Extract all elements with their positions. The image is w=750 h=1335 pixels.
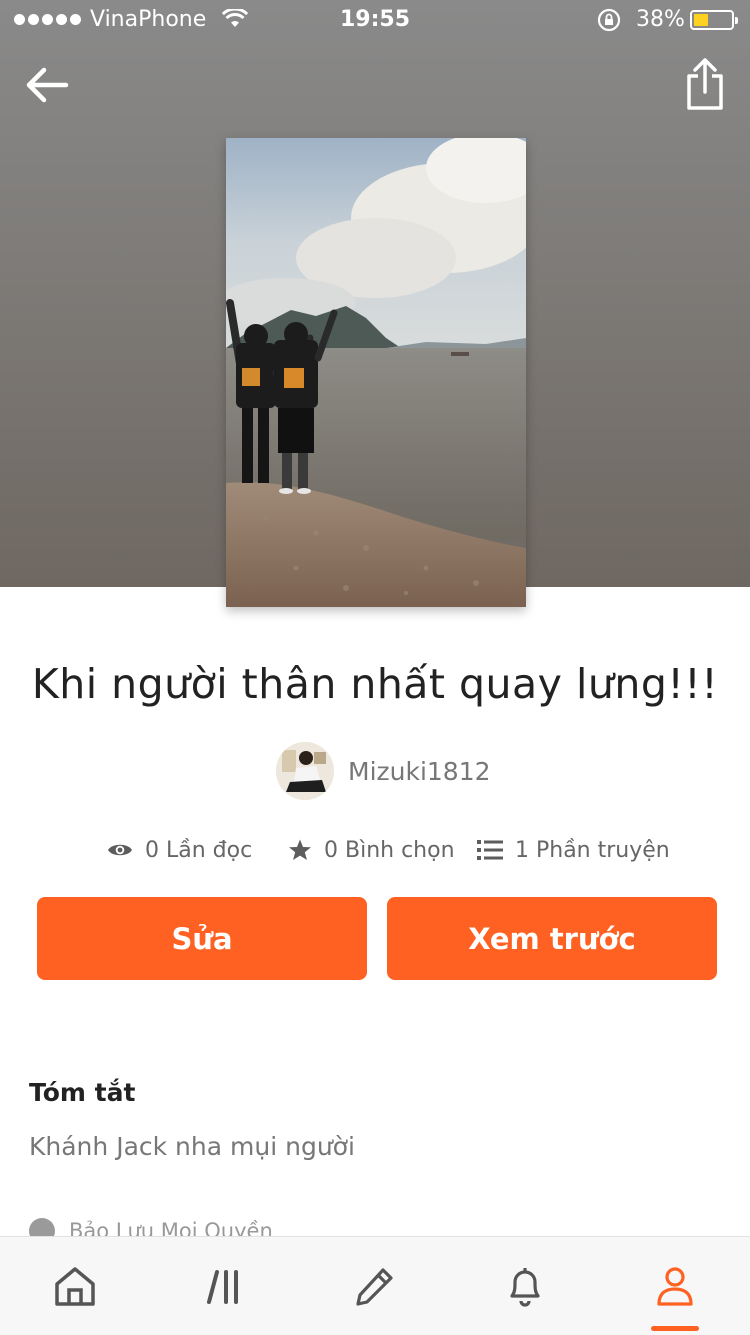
story-stats: 0 Lần đọc 0 Bình chọn 1 Phần truyện xyxy=(0,830,750,870)
summary-heading: Tóm tắt xyxy=(29,1078,136,1107)
avatar[interactable] xyxy=(276,742,334,800)
battery-icon xyxy=(690,10,738,30)
library-icon xyxy=(207,1270,238,1304)
story-title: Khi người thân nhất quay lưng!!! xyxy=(31,660,719,708)
bottom-tab-bar xyxy=(0,1236,750,1335)
share-icon[interactable] xyxy=(680,56,730,112)
pencil-icon xyxy=(356,1268,393,1306)
tab-library[interactable] xyxy=(150,1237,300,1335)
back-arrow-icon[interactable] xyxy=(22,60,72,110)
tab-write[interactable] xyxy=(300,1237,450,1335)
tab-notifications[interactable] xyxy=(450,1237,600,1335)
edit-button[interactable]: Sửa xyxy=(37,897,367,980)
active-tab-indicator xyxy=(651,1326,699,1331)
story-cover-image[interactable] xyxy=(226,138,526,607)
status-bar: VinaPhone 19:55 38% xyxy=(0,0,750,40)
author-name[interactable]: Mizuki1812 xyxy=(348,757,491,786)
parts-stat: 1 Phần truyện xyxy=(477,830,670,870)
list-icon xyxy=(477,840,503,860)
tab-home[interactable] xyxy=(0,1237,150,1335)
votes-count: 0 Bình chọn xyxy=(324,837,455,863)
bell-icon xyxy=(510,1268,540,1307)
preview-button[interactable]: Xem trước xyxy=(387,897,717,980)
summary-text: Khánh Jack nha mụi người xyxy=(29,1132,355,1161)
reads-stat: 0 Lần đọc xyxy=(107,830,252,870)
tab-profile[interactable] xyxy=(600,1237,750,1335)
cover-photo xyxy=(226,138,526,607)
reads-count: 0 Lần đọc xyxy=(145,837,253,863)
rotation-lock-icon xyxy=(597,8,621,32)
profile-icon xyxy=(657,1267,693,1306)
star-icon xyxy=(289,839,311,860)
votes-stat: 0 Bình chọn xyxy=(288,830,455,870)
battery-percent: 38% xyxy=(636,7,685,32)
parts-count: 1 Phần truyện xyxy=(515,837,670,863)
eye-icon xyxy=(108,844,132,856)
home-icon xyxy=(55,1267,95,1306)
author-row[interactable]: Mizuki1812 xyxy=(276,741,491,801)
